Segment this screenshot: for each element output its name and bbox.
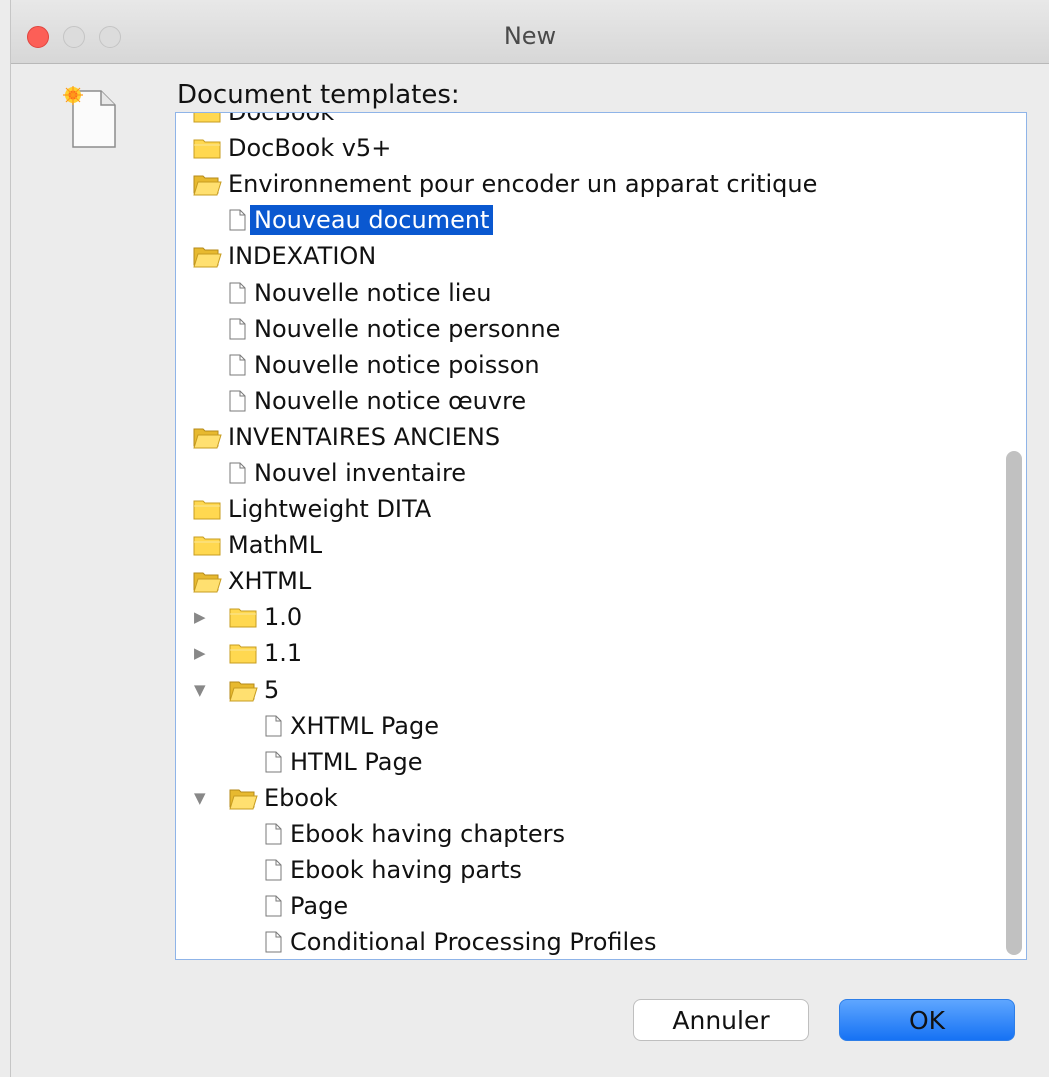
file-icon: [229, 462, 246, 484]
tree-folder-item[interactable]: INDEXATION: [176, 238, 1026, 274]
folder-icon: [193, 572, 222, 593]
tree-file-item[interactable]: Nouvelle notice personne: [176, 311, 1026, 347]
tree-file-item[interactable]: Page: [176, 888, 1026, 924]
tree-item-label: 5: [264, 675, 280, 704]
tree-folder-item[interactable]: Environnement pour encoder un apparat cr…: [176, 166, 1026, 202]
window-title: New: [503, 22, 557, 50]
tree-folder-item[interactable]: DocBook v5+: [176, 130, 1026, 166]
folder-icon: [193, 175, 222, 196]
file-icon: [265, 859, 282, 881]
tree-item-label: Nouvelle notice personne: [254, 314, 561, 343]
file-icon: [265, 751, 282, 773]
tree-item-label: DocBook v5+: [228, 134, 392, 163]
new-document-icon: [63, 86, 116, 148]
tree-file-item[interactable]: HTML Page: [176, 744, 1026, 780]
tree-folder-item[interactable]: MathML: [176, 527, 1026, 563]
tree-folder-item[interactable]: Lightweight DITA: [176, 491, 1026, 527]
tree-item-label: Environnement pour encoder un apparat cr…: [228, 170, 818, 199]
file-icon: [229, 318, 246, 340]
tree-file-item[interactable]: Nouvelle notice lieu: [176, 274, 1026, 310]
tree-item-label: XHTML: [228, 567, 312, 596]
cancel-button[interactable]: Annuler: [633, 999, 809, 1041]
tree-item-label: INDEXATION: [228, 242, 377, 271]
tree-file-item[interactable]: Nouvelle notice œuvre: [176, 383, 1026, 419]
folder-icon: [193, 428, 222, 449]
file-icon: [265, 931, 282, 953]
folder-icon: [229, 608, 257, 628]
tree-folder-item[interactable]: ▼ Ebook: [176, 780, 1026, 816]
tree-item-label: Ebook: [264, 783, 338, 812]
tree-folder-item[interactable]: INVENTAIRES ANCIENS: [176, 419, 1026, 455]
folder-icon: [229, 644, 257, 664]
tree-folder-item[interactable]: ▶ 1.0: [176, 599, 1026, 635]
tree-scrollbar[interactable]: [1006, 451, 1022, 955]
file-icon: [265, 895, 282, 917]
file-icon: [229, 282, 246, 304]
tree-item-label: Nouvelle notice poisson: [254, 350, 540, 379]
new-dialog: New Document templates: DocBook DocBook v…: [10, 0, 1049, 1077]
tree-file-item[interactable]: Conditional Processing Profiles: [176, 924, 1026, 959]
file-icon: [229, 390, 246, 412]
tree-item-label: Ebook having chapters: [290, 819, 566, 848]
tree-item-label: Lightweight DITA: [228, 495, 432, 524]
tree-folder-item[interactable]: ▼ 5: [176, 672, 1026, 708]
tree-item-label: Ebook having parts: [290, 856, 522, 885]
tree-item-label: Nouveau document: [250, 205, 494, 236]
tree-item-label: Nouvelle notice lieu: [254, 278, 492, 307]
tree-file-item[interactable]: XHTML Page: [176, 708, 1026, 744]
folder-icon: [229, 789, 258, 810]
tree-item-label: INVENTAIRES ANCIENS: [228, 422, 501, 451]
tree-file-item[interactable]: Ebook having parts: [176, 852, 1026, 888]
folder-icon: [193, 139, 221, 159]
file-icon: [265, 715, 282, 737]
templates-label: Document templates:: [177, 80, 460, 110]
disclosure-expanded-icon[interactable]: ▼: [194, 681, 212, 699]
disclosure-collapsed-icon[interactable]: ▶: [194, 608, 212, 626]
tree-folder-item[interactable]: XHTML: [176, 563, 1026, 599]
tree-folder-item[interactable]: ▶ 1.1: [176, 635, 1026, 671]
ok-button[interactable]: OK: [839, 999, 1015, 1041]
disclosure-collapsed-icon[interactable]: ▶: [194, 644, 212, 662]
templates-tree[interactable]: DocBook DocBook v5+ Environnement pour enc…: [175, 112, 1027, 960]
folder-icon: [193, 247, 222, 268]
tree-item-label: 1.0: [264, 603, 303, 632]
tree-item-label: Nouvel inventaire: [254, 458, 467, 487]
file-icon: [229, 209, 246, 231]
tree-file-item[interactable]: Nouvel inventaire: [176, 455, 1026, 491]
file-icon: [229, 354, 246, 376]
tree-item-label: MathML: [228, 531, 323, 560]
folder-icon: [229, 681, 258, 702]
tree-item-label: Page: [290, 892, 349, 921]
tree-item-label: HTML Page: [290, 747, 423, 776]
title-bar: New: [11, 0, 1049, 64]
tree-file-item[interactable]: Nouvelle notice poisson: [176, 347, 1026, 383]
tree-item-label: Nouvelle notice œuvre: [254, 386, 527, 415]
tree-item-label: XHTML Page: [290, 711, 439, 740]
tree-item-label: 1.1: [264, 639, 303, 668]
tree-folder-item[interactable]: DocBook: [176, 112, 1026, 130]
tree-item-label: Conditional Processing Profiles: [290, 928, 657, 957]
tree-file-item[interactable]: Ebook having chapters: [176, 816, 1026, 852]
folder-icon: [193, 113, 221, 123]
file-icon: [265, 823, 282, 845]
tree-item-label: DocBook: [228, 112, 335, 127]
disclosure-expanded-icon[interactable]: ▼: [194, 789, 212, 807]
folder-icon: [193, 536, 221, 556]
folder-icon: [193, 500, 221, 520]
tree-file-item[interactable]: Nouveau document: [176, 202, 1026, 238]
